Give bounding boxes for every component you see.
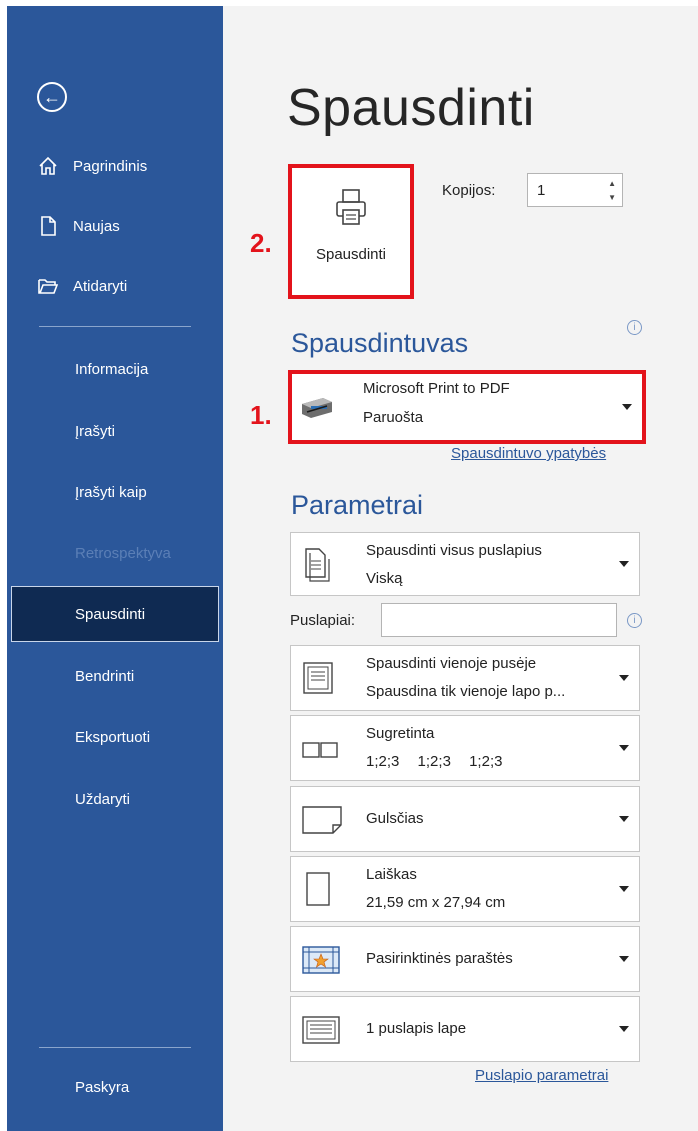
sidebar-divider bbox=[39, 326, 191, 327]
print-button-label: Spausdinti bbox=[315, 246, 387, 263]
pages-per-sheet-value: 1 puslapis lape bbox=[366, 1020, 467, 1037]
back-arrow-icon[interactable]: ← bbox=[37, 82, 67, 112]
sidebar-item-print[interactable]: Spausdinti bbox=[11, 586, 219, 642]
copies-value: 1 bbox=[537, 182, 546, 199]
chevron-down-icon bbox=[619, 745, 629, 751]
sidebar-item-label: Įrašyti kaip bbox=[75, 483, 147, 501]
sidebar-item-label: Informacija bbox=[75, 360, 149, 378]
sides-detail: Spausdina tik vienoje lapo p... bbox=[366, 683, 566, 700]
orientation-value: Gulsčias bbox=[366, 810, 424, 827]
sidebar-item-label: Uždaryti bbox=[75, 790, 131, 808]
sidebar-item-label: Bendrinti bbox=[75, 667, 135, 685]
sidebar-item-history: Retrospektyva bbox=[7, 533, 223, 573]
paper-size-detail: 21,59 cm x 27,94 cm bbox=[366, 894, 506, 911]
home-icon bbox=[39, 156, 57, 175]
print-range-value: Spausdinti visus puslapius bbox=[366, 542, 542, 559]
info-icon[interactable]: i bbox=[627, 613, 642, 628]
pages-label: Puslapiai: bbox=[290, 612, 356, 629]
copies-stepper[interactable]: 1 ▲ ▼ bbox=[527, 173, 623, 207]
sides-value: Spausdinti vienoje pusėje bbox=[366, 655, 537, 672]
chevron-down-icon bbox=[619, 675, 629, 681]
backstage-sidebar: ← Pagrindinis Naujas Atidaryti Informaci… bbox=[7, 6, 223, 1131]
sidebar-divider bbox=[39, 1047, 191, 1048]
collated-icon bbox=[302, 742, 338, 758]
chevron-down-icon bbox=[619, 561, 629, 567]
pages-per-sheet-icon bbox=[302, 1016, 340, 1044]
one-sided-icon bbox=[303, 662, 333, 694]
margins-dropdown[interactable]: Pasirinktinės paraštės bbox=[290, 926, 640, 992]
printer-name: Microsoft Print to PDF bbox=[363, 380, 510, 397]
paper-size-value: Laiškas bbox=[366, 866, 417, 883]
collation-value: Sugretinta bbox=[366, 725, 435, 742]
printer-properties-link[interactable]: Spausdintuvo ypatybės bbox=[451, 445, 606, 462]
sidebar-item-label: Eksportuoti bbox=[75, 728, 151, 746]
info-icon[interactable]: i bbox=[627, 320, 642, 335]
print-range-dropdown[interactable]: Spausdinti visus puslapius Viską bbox=[290, 532, 640, 596]
orientation-dropdown[interactable]: Gulsčias bbox=[290, 786, 640, 852]
chevron-down-icon bbox=[619, 886, 629, 892]
collation-detail: 1;2;3 1;2;3 1;2;3 bbox=[366, 753, 516, 770]
collate-sequence: 1;2;3 bbox=[469, 753, 503, 770]
page-title: Spausdinti bbox=[287, 79, 535, 137]
open-folder-icon bbox=[38, 279, 59, 294]
sidebar-item-export[interactable]: Eksportuoti bbox=[7, 717, 223, 757]
landscape-page-icon bbox=[302, 806, 342, 834]
sidebar-item-label: Spausdinti bbox=[75, 605, 146, 623]
sidebar-item-share[interactable]: Bendrinti bbox=[7, 656, 223, 696]
paper-size-dropdown[interactable]: Laiškas 21,59 cm x 27,94 cm bbox=[290, 856, 640, 922]
copies-label: Kopijos: bbox=[442, 182, 496, 199]
printer-status: Paruošta bbox=[363, 409, 424, 426]
settings-section-heading: Parametrai bbox=[291, 490, 424, 520]
printer-icon bbox=[336, 189, 366, 225]
sidebar-item-open[interactable]: Atidaryti bbox=[7, 266, 223, 306]
chevron-down-icon bbox=[619, 956, 629, 962]
sidebar-item-label: Retrospektyva bbox=[75, 544, 171, 562]
sidebar-item-info[interactable]: Informacija bbox=[7, 349, 223, 389]
paper-size-icon bbox=[306, 872, 330, 906]
sidebar-item-label: Paskyra bbox=[75, 1078, 130, 1096]
sides-dropdown[interactable]: Spausdinti vienoje pusėje Spausdina tik … bbox=[290, 645, 640, 711]
step-2-label: 2. bbox=[250, 228, 272, 258]
pages-input[interactable] bbox=[381, 603, 617, 637]
print-panel: Spausdinti 2. Spausdinti Kopijos: 1 ▲ ▼ … bbox=[223, 6, 698, 1131]
margins-value: Pasirinktinės paraštės bbox=[366, 950, 513, 967]
print-range-detail: Viską bbox=[366, 570, 403, 587]
chevron-down-icon bbox=[622, 404, 632, 410]
custom-margins-icon bbox=[302, 946, 340, 974]
chevron-up-icon[interactable]: ▲ bbox=[608, 179, 616, 188]
sidebar-item-new[interactable]: Naujas bbox=[7, 206, 223, 246]
chevron-down-icon bbox=[619, 816, 629, 822]
sidebar-item-close[interactable]: Uždaryti bbox=[7, 779, 223, 819]
backstage-view: ← Pagrindinis Naujas Atidaryti Informaci… bbox=[0, 0, 698, 1131]
sidebar-item-save-as[interactable]: Įrašyti kaip bbox=[7, 472, 223, 512]
sidebar-item-account[interactable]: Paskyra bbox=[7, 1067, 223, 1107]
sidebar-item-home[interactable]: Pagrindinis bbox=[7, 146, 223, 186]
printer-section-heading: Spausdintuvas bbox=[291, 328, 469, 358]
pages-per-sheet-dropdown[interactable]: 1 puslapis lape bbox=[290, 996, 640, 1062]
printer-device-icon bbox=[302, 398, 332, 418]
printer-dropdown[interactable]: Microsoft Print to PDF Paruošta bbox=[288, 370, 646, 444]
collate-sequence: 1;2;3 bbox=[366, 753, 400, 770]
chevron-down-icon bbox=[619, 1026, 629, 1032]
chevron-down-icon[interactable]: ▼ bbox=[608, 193, 616, 202]
new-document-icon bbox=[41, 216, 56, 236]
sidebar-item-save[interactable]: Įrašyti bbox=[7, 411, 223, 451]
sidebar-item-label: Įrašyti bbox=[75, 422, 116, 440]
sidebar-item-label: Naujas bbox=[73, 217, 120, 235]
print-button[interactable]: Spausdinti bbox=[288, 164, 414, 299]
sidebar-item-label: Atidaryti bbox=[73, 277, 128, 295]
collation-dropdown[interactable]: Sugretinta 1;2;3 1;2;3 1;2;3 bbox=[290, 715, 640, 781]
page-setup-link[interactable]: Puslapio parametrai bbox=[475, 1067, 608, 1084]
sidebar-item-label: Pagrindinis bbox=[73, 157, 148, 175]
step-1-label: 1. bbox=[250, 400, 272, 430]
pages-icon bbox=[305, 548, 330, 582]
collate-sequence: 1;2;3 bbox=[417, 753, 451, 770]
